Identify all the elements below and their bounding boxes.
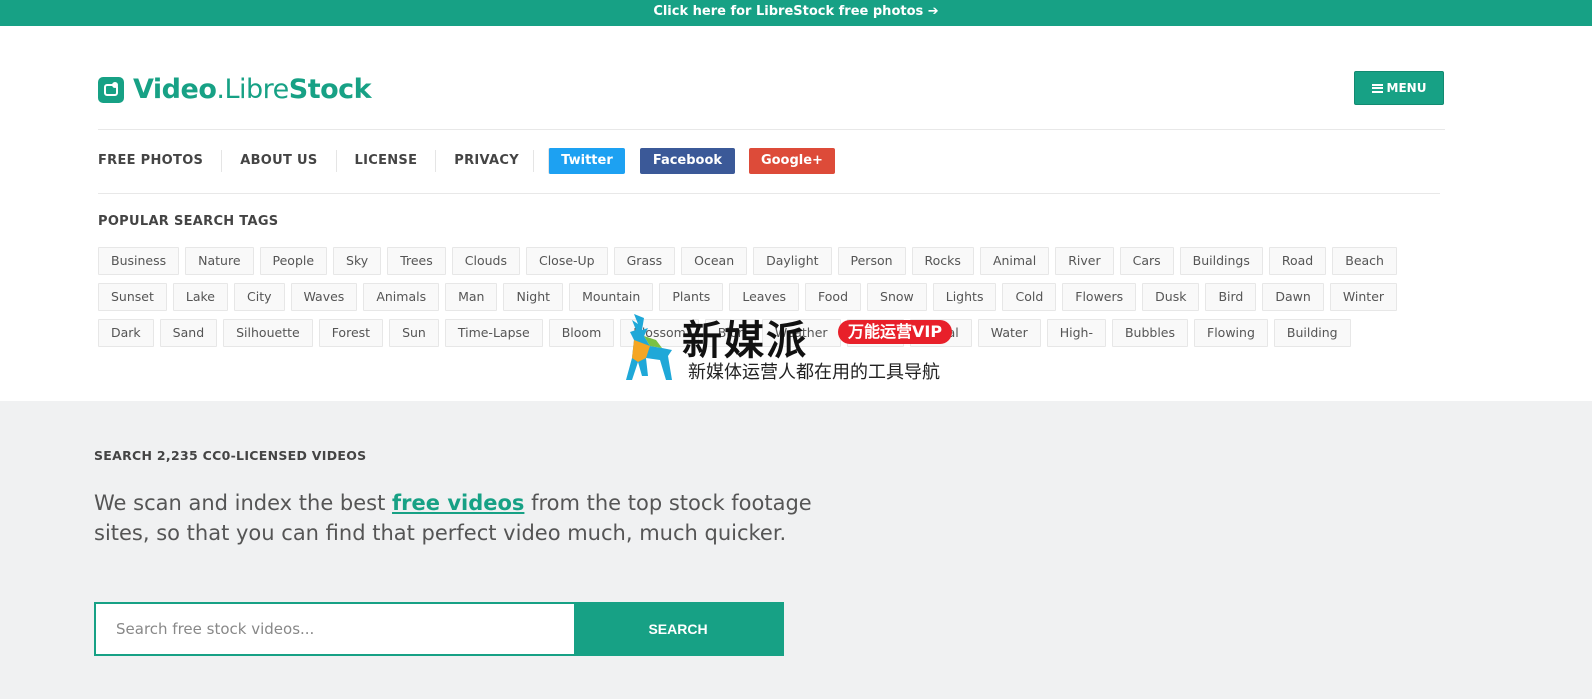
tag-daylight[interactable]: Daylight — [753, 247, 832, 275]
free-videos-link[interactable]: free videos — [392, 491, 524, 515]
tag-rocks[interactable]: Rocks — [911, 247, 974, 275]
librestock-photos-link[interactable]: Click here for LibreStock free photos ➔ — [653, 5, 938, 19]
tag-mountain[interactable]: Mountain — [569, 283, 654, 311]
site-logo[interactable]: Video.LibreStock — [98, 74, 372, 105]
logo-text: Video.LibreStock — [133, 74, 372, 105]
divider — [98, 129, 1445, 130]
tag-forest[interactable]: Forest — [318, 319, 384, 347]
tag-cars[interactable]: Cars — [1119, 247, 1174, 275]
tag-buildings[interactable]: Buildings — [1179, 247, 1263, 275]
menu-button[interactable]: MENU — [1354, 71, 1444, 105]
menu-label: MENU — [1386, 81, 1427, 95]
promo-bar: Click here for LibreStock free photos ➔ — [0, 0, 1592, 26]
tag-river[interactable]: River — [1055, 247, 1114, 275]
search-button[interactable]: SEARCH — [574, 604, 782, 654]
tag-person[interactable]: Person — [837, 247, 906, 275]
nav-free-photos[interactable]: FREE PHOTOS — [98, 150, 221, 172]
tag-lake[interactable]: Lake — [172, 283, 228, 311]
tag-winter[interactable]: Winter — [1329, 283, 1398, 311]
tag-flowing[interactable]: Flowing — [1194, 319, 1268, 347]
tag-man[interactable]: Man — [445, 283, 498, 311]
deer-logo-icon — [626, 314, 672, 380]
tag-plants[interactable]: Plants — [659, 283, 724, 311]
tag-silhouette[interactable]: Silhouette — [223, 319, 313, 347]
tag-grass[interactable]: Grass — [613, 247, 676, 275]
nav-privacy[interactable]: PRIVACY — [435, 150, 533, 172]
desc-text: We scan and index the best — [94, 491, 393, 515]
tag-water[interactable]: Water — [977, 319, 1041, 347]
tag-flowers[interactable]: Flowers — [1062, 283, 1137, 311]
tag-lights[interactable]: Lights — [932, 283, 997, 311]
search-description: We scan and index the best free videos f… — [94, 488, 814, 548]
logo-part-video: Video — [133, 74, 217, 105]
tag-dusk[interactable]: Dusk — [1142, 283, 1200, 311]
tag-animals[interactable]: Animals — [363, 283, 440, 311]
tag-building[interactable]: Building — [1273, 319, 1351, 347]
tag-dark[interactable]: Dark — [98, 319, 154, 347]
tag-city[interactable]: City — [234, 283, 285, 311]
video-count-heading: SEARCH 2,235 CC0-LICENSED VIDEOS — [94, 448, 367, 463]
tag-food[interactable]: Food — [805, 283, 862, 311]
tag-high[interactable]: High- — [1046, 319, 1106, 347]
nav-license[interactable]: LICENSE — [335, 150, 436, 172]
nav-about-us[interactable]: ABOUT US — [221, 150, 335, 172]
camera-icon — [98, 76, 124, 103]
watermark-badge: 万能运营VIP — [838, 320, 953, 344]
tag-time-lapse[interactable]: Time-Lapse — [444, 319, 543, 347]
logo-part-stock: Stock — [288, 74, 372, 105]
tag-night[interactable]: Night — [503, 283, 564, 311]
tag-road[interactable]: Road — [1268, 247, 1327, 275]
tag-dawn[interactable]: Dawn — [1262, 283, 1324, 311]
tag-close-up[interactable]: Close-Up — [525, 247, 608, 275]
twitter-button[interactable]: Twitter — [547, 148, 625, 174]
tag-snow[interactable]: Snow — [867, 283, 927, 311]
search-section: SEARCH 2,235 CC0-LICENSED VIDEOS We scan… — [94, 448, 812, 545]
tag-waves[interactable]: Waves — [290, 283, 358, 311]
search-input[interactable] — [96, 604, 574, 654]
tag-leaves[interactable]: Leaves — [729, 283, 800, 311]
hamburger-icon — [1371, 83, 1383, 93]
tag-beach[interactable]: Beach — [1332, 247, 1397, 275]
facebook-button[interactable]: Facebook — [639, 148, 735, 174]
divider — [98, 193, 1440, 194]
tag-trees[interactable]: Trees — [387, 247, 446, 275]
tag-bubbles[interactable]: Bubbles — [1111, 319, 1189, 347]
tag-bloom[interactable]: Bloom — [548, 319, 615, 347]
main-nav: FREE PHOTOS ABOUT US LICENSE PRIVACY Twi… — [98, 147, 835, 175]
tag-cold[interactable]: Cold — [1002, 283, 1057, 311]
nav-separator — [532, 150, 534, 172]
logo-part-libre: .Libre — [216, 74, 289, 105]
tag-sun[interactable]: Sun — [389, 319, 439, 347]
tag-sunset[interactable]: Sunset — [98, 283, 167, 311]
tag-nature[interactable]: Nature — [185, 247, 254, 275]
popular-tags-heading: POPULAR SEARCH TAGS — [98, 214, 279, 229]
tag-business[interactable]: Business — [98, 247, 180, 275]
tag-animal[interactable]: Animal — [979, 247, 1050, 275]
tag-bird[interactable]: Bird — [1205, 283, 1257, 311]
tag-ocean[interactable]: Ocean — [681, 247, 748, 275]
google-plus-button[interactable]: Google+ — [748, 148, 835, 174]
watermark-overlay: 新媒派 万能运营VIP 新媒体运营人都在用的工具导航 — [620, 308, 980, 388]
tag-sand[interactable]: Sand — [159, 319, 218, 347]
tag-clouds[interactable]: Clouds — [451, 247, 520, 275]
tag-sky[interactable]: Sky — [333, 247, 382, 275]
tag-people[interactable]: People — [259, 247, 328, 275]
watermark-subtitle: 新媒体运营人都在用的工具导航 — [688, 362, 940, 383]
search-form: SEARCH — [94, 602, 784, 656]
